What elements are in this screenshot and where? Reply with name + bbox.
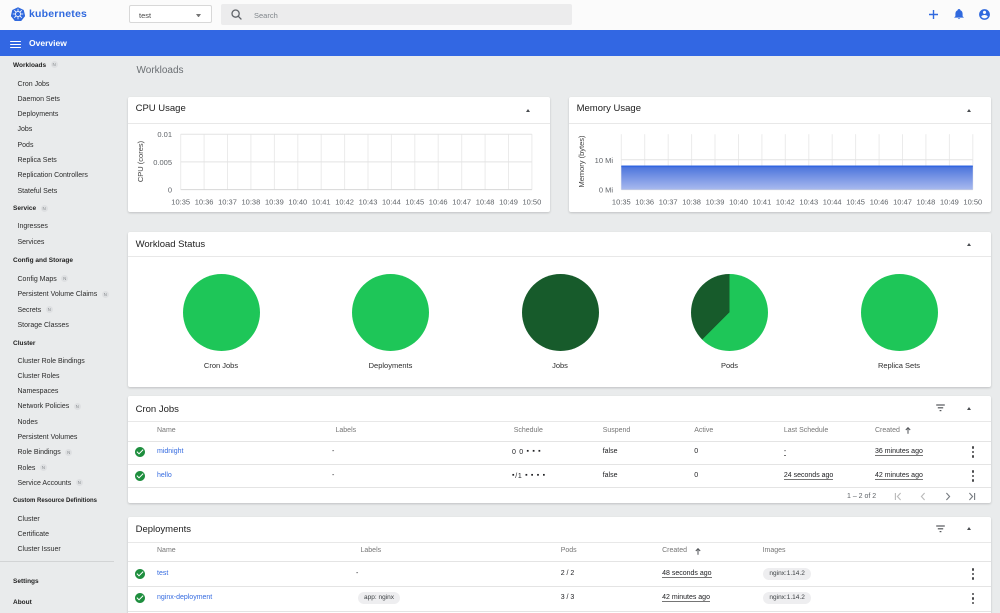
svg-text:10:45: 10:45	[405, 198, 424, 207]
svg-text:10:37: 10:37	[659, 198, 678, 207]
svg-text:10:41: 10:41	[753, 198, 772, 207]
svg-text:10:44: 10:44	[823, 198, 842, 207]
svg-text:10:43: 10:43	[799, 198, 818, 207]
svg-text:10:42: 10:42	[335, 198, 354, 207]
svg-text:10:49: 10:49	[499, 198, 518, 207]
svg-text:10:39: 10:39	[265, 198, 284, 207]
svg-text:10:48: 10:48	[917, 198, 936, 207]
svg-text:10:44: 10:44	[382, 198, 401, 207]
svg-text:10:35: 10:35	[171, 198, 190, 207]
svg-text:10:50: 10:50	[963, 198, 982, 207]
svg-text:10:36: 10:36	[635, 198, 654, 207]
svg-text:10:47: 10:47	[893, 198, 912, 207]
svg-text:0.01: 0.01	[157, 130, 172, 139]
svg-text:10:48: 10:48	[476, 198, 495, 207]
svg-text:0: 0	[168, 186, 172, 195]
svg-text:10:46: 10:46	[429, 198, 448, 207]
svg-text:10:45: 10:45	[846, 198, 865, 207]
svg-text:10:40: 10:40	[729, 198, 748, 207]
svg-text:10:46: 10:46	[870, 198, 889, 207]
svg-text:10:41: 10:41	[312, 198, 331, 207]
svg-text:10 Mi: 10 Mi	[595, 156, 614, 165]
svg-text:CPU (cores): CPU (cores)	[136, 140, 145, 182]
svg-text:10:38: 10:38	[242, 198, 261, 207]
svg-text:10:40: 10:40	[288, 198, 307, 207]
svg-text:10:38: 10:38	[682, 198, 701, 207]
svg-text:Memory (bytes): Memory (bytes)	[577, 135, 586, 188]
svg-text:0.005: 0.005	[153, 158, 172, 167]
svg-text:0 Mi: 0 Mi	[599, 186, 614, 195]
svg-text:10:39: 10:39	[706, 198, 725, 207]
svg-text:10:35: 10:35	[612, 198, 631, 207]
svg-text:10:37: 10:37	[218, 198, 237, 207]
svg-text:10:42: 10:42	[776, 198, 795, 207]
svg-text:10:47: 10:47	[452, 198, 471, 207]
svg-text:10:43: 10:43	[359, 198, 378, 207]
svg-text:10:50: 10:50	[523, 198, 542, 207]
svg-text:10:36: 10:36	[195, 198, 214, 207]
svg-text:10:49: 10:49	[940, 198, 959, 207]
